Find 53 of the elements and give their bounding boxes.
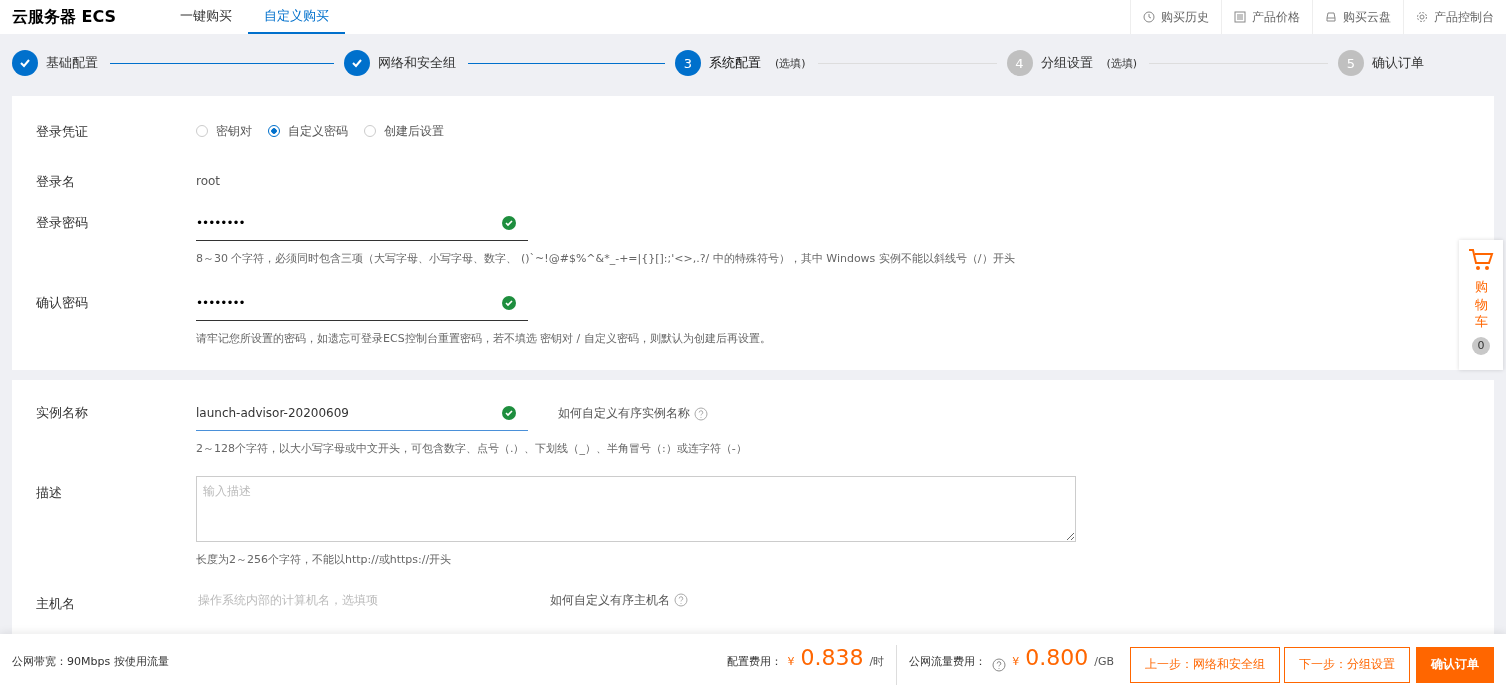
price: 0.838 [800, 644, 864, 670]
field-label: 登录凭证 [36, 123, 89, 141]
bandwidth-text: 公网带宽：90Mbps 按使用流量 [12, 654, 169, 669]
description-hint: 长度为2～256个字符，不能以http://或https://开头 [196, 552, 453, 567]
name-hint: 2～128个字符，以大小写字母或中文开头，可包含数字、点号（.）、下划线（_）、半角冒号（:）或连字符（-） [196, 441, 747, 456]
field-label: 登录密码 [36, 214, 89, 232]
cart-count: 0 [1472, 336, 1490, 355]
price: 0.800 [1025, 644, 1089, 670]
help-icon[interactable] [992, 657, 1007, 672]
radio-option[interactable]: 密钥对 [196, 122, 252, 140]
price-unit: /时 [869, 653, 885, 669]
purchase-tab[interactable]: 一键购买 [164, 0, 248, 34]
help-link[interactable]: 如何自定义有序实例名称 [558, 405, 690, 422]
price-unit: /GB [1094, 654, 1114, 668]
username-value: root [196, 174, 221, 188]
instance-name-field[interactable]: launch-advisor-20200609 [196, 396, 528, 431]
cart-button[interactable]: 购物车 0 [1459, 240, 1503, 370]
help-link[interactable]: 如何自定义有序主机名 [550, 591, 670, 609]
password-field[interactable]: •••••••• [196, 206, 528, 241]
help-icon[interactable] [694, 406, 708, 421]
step-number: 4 [1006, 50, 1033, 76]
step-label: 分组设置 [1040, 54, 1093, 72]
field-label: 主机名 [36, 595, 76, 613]
step-label: 确认订单 [1372, 54, 1424, 72]
field-label: 实例名称 [36, 404, 89, 422]
step-label: 系统配置 [709, 54, 761, 72]
step-note: (选填) [1106, 55, 1138, 71]
field-label: 确认密码 [36, 294, 89, 312]
fee-label: 公网流量费用： [909, 653, 987, 669]
password-reminder: 请牢记您所设置的密码，如遗忘可登录ECS控制台重置密码，若不填选 密钥对 / 自定义密码，则默认为创建后再设置。 [196, 331, 771, 346]
step-label: 基础配置 [46, 54, 98, 72]
field-label: 登录名 [36, 173, 76, 191]
currency-symbol: ¥ [1012, 654, 1020, 668]
confirm-password-field[interactable]: •••••••• [196, 286, 528, 321]
help-icon[interactable] [674, 593, 688, 607]
list-icon [1234, 11, 1246, 23]
product-title: 云服务器 ECS [11, 6, 118, 28]
settings-icon [1416, 11, 1428, 23]
password-hint: 8～30 个字符，必须同时包含三项（大写字母、小写字母、数字、 ()`~!@#$%^&*_-+=|{}[]:;'<>,.?/ 中的特殊符号），其中 Windows 实例不能以斜线号（/）开头 [196, 251, 1015, 266]
currency-symbol: ¥ [787, 654, 795, 668]
cart-icon [1468, 248, 1494, 272]
purchase-tab[interactable]: 自定义购买 [248, 0, 345, 34]
radio-option[interactable]: 创建后设置 [364, 122, 444, 140]
fee-label: 配置费用： [726, 653, 782, 669]
step-number: 5 [1338, 50, 1364, 76]
description-field[interactable]: 输入描述 [196, 476, 1076, 542]
clock-icon [1143, 11, 1155, 23]
radio-option[interactable]: 自定义密码 [268, 122, 348, 140]
radio-icon[interactable] [268, 125, 280, 137]
step-number: 3 [675, 50, 701, 76]
step-note: (选填) [775, 55, 806, 71]
field-label: 描述 [36, 484, 63, 502]
step-label: 网络和安全组 [377, 54, 456, 72]
